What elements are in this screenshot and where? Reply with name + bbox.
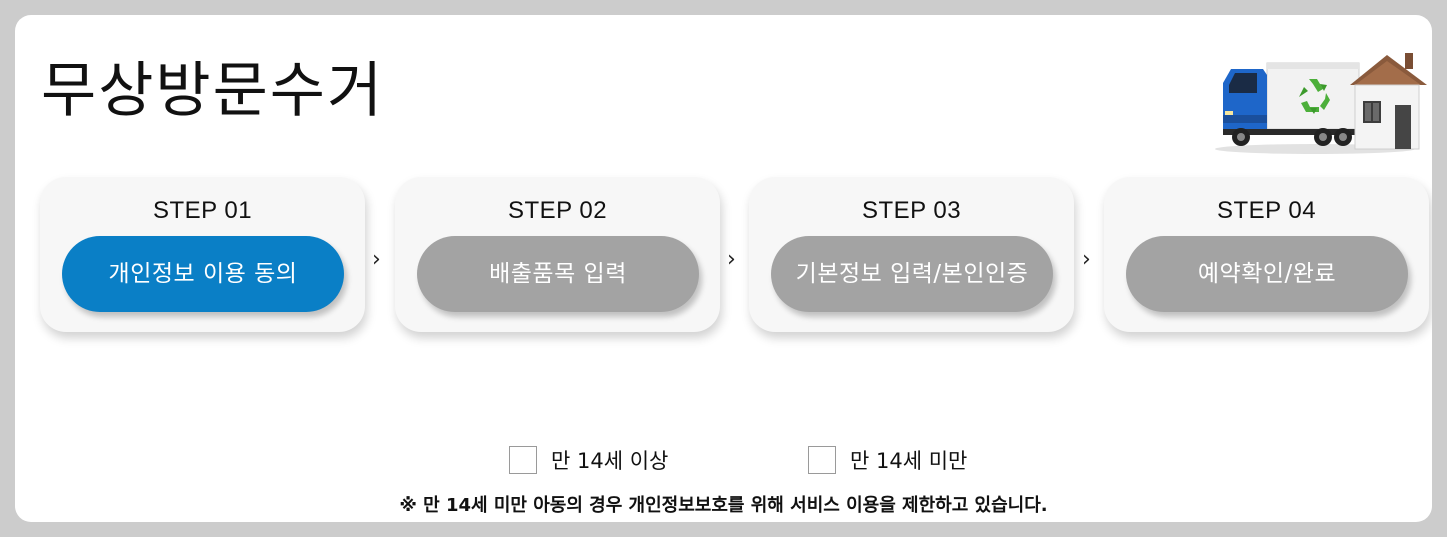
recycling-truck-and-house-illustration: [1215, 53, 1427, 154]
age-option-label: 만 14세 이상: [551, 449, 669, 473]
page-title: 무상방문수거: [41, 56, 385, 126]
age-option-under-14[interactable]: 만 14세 미만: [808, 445, 967, 475]
chevron-right-icon: ›: [372, 247, 381, 272]
age-under-14-checkbox[interactable]: [808, 446, 836, 474]
step-card-2: STEP 02 배출품목 입력: [395, 177, 720, 332]
main-panel: 무상방문수거 STEP 01 개인정보 이용 동의 › STEP 02 배출품목…: [15, 15, 1432, 522]
step-button-item-entry[interactable]: 배출품목 입력: [417, 236, 699, 312]
step-label: STEP 03: [861, 197, 962, 224]
step-label: STEP 01: [152, 197, 253, 224]
step-label: STEP 02: [507, 197, 608, 224]
step-card-1: STEP 01 개인정보 이용 동의: [40, 177, 365, 332]
age-option-14-and-over[interactable]: 만 14세 이상: [509, 445, 668, 475]
step-label: STEP 04: [1216, 197, 1317, 224]
step-card-3: STEP 03 기본정보 입력/본인인증: [749, 177, 1074, 332]
age-14-and-over-checkbox[interactable]: [509, 446, 537, 474]
age-option-label: 만 14세 미만: [850, 449, 968, 473]
step-button-identity-verification[interactable]: 기본정보 입력/본인인증: [771, 236, 1053, 312]
age-restriction-notice: ※ 만 14세 미만 아동의 경우 개인정보보호를 위해 서비스 이용을 제한하…: [399, 495, 1048, 516]
step-button-reservation-confirm[interactable]: 예약확인/완료: [1126, 236, 1408, 312]
step-card-4: STEP 04 예약확인/완료: [1104, 177, 1429, 332]
chevron-right-icon: ›: [727, 247, 736, 272]
chevron-right-icon: ›: [1082, 247, 1091, 272]
step-button-privacy-consent[interactable]: 개인정보 이용 동의: [62, 236, 344, 312]
